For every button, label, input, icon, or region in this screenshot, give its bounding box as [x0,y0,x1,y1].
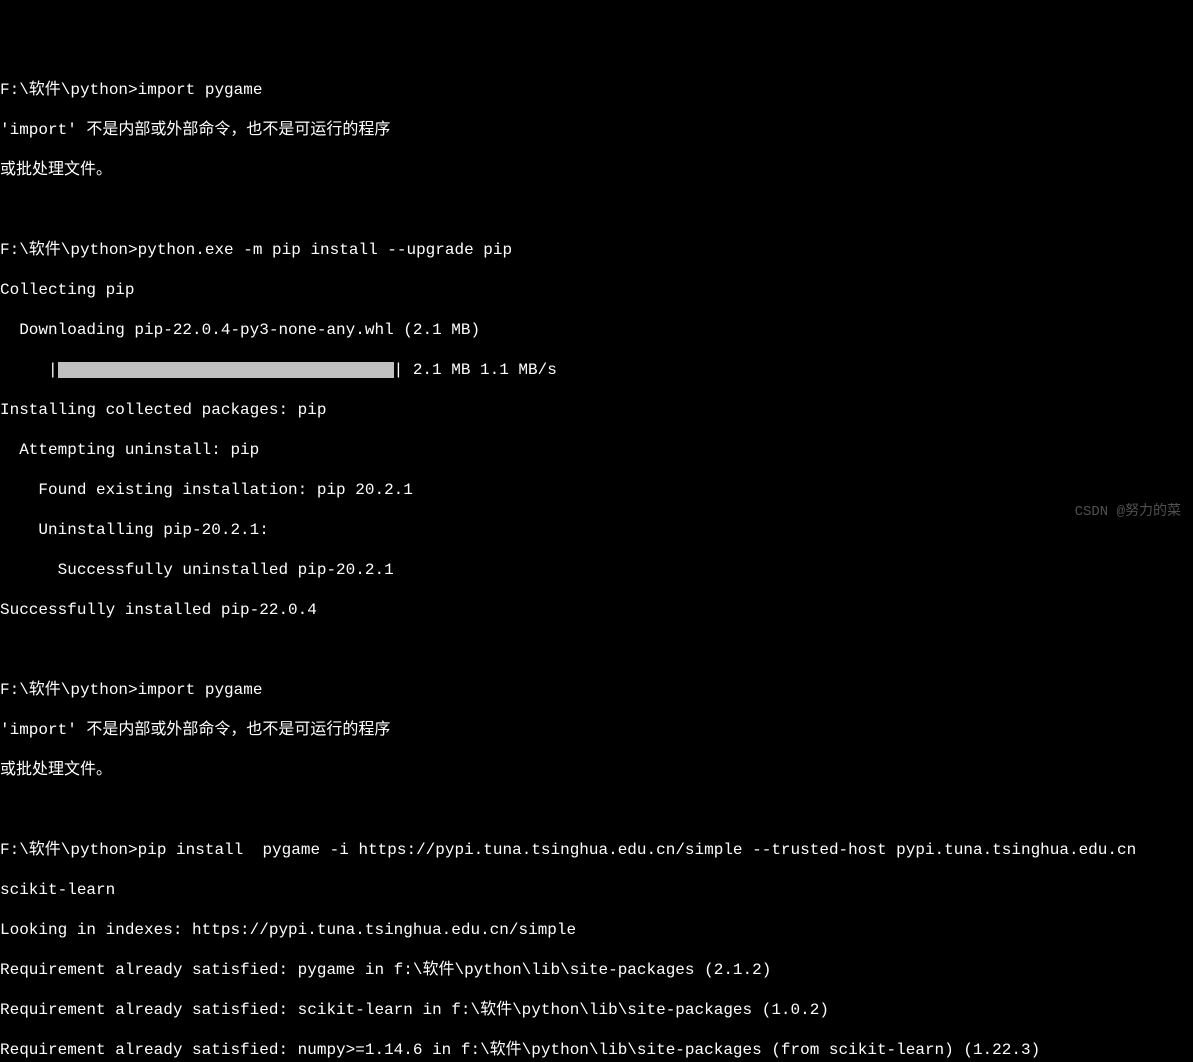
terminal-output: 'import' 不是内部或外部命令，也不是可运行的程序 [0,720,1193,740]
command-text: import pygame [138,81,263,99]
terminal-output: Requirement already satisfied: numpy>=1.… [0,1040,1193,1060]
terminal-line[interactable]: F:\软件\python>pip install pygame -i https… [0,840,1193,860]
terminal-output: Found existing installation: pip 20.2.1 [0,480,1193,500]
terminal-output: 'import' 不是内部或外部命令，也不是可运行的程序 [0,120,1193,140]
terminal-output: Downloading pip-22.0.4-py3-none-any.whl … [0,320,1193,340]
command-text: import pygame [138,681,263,699]
terminal-line[interactable]: F:\软件\python>import pygame [0,80,1193,100]
terminal-line[interactable]: F:\软件\python>import pygame [0,680,1193,700]
terminal-output: Requirement already satisfied: pygame in… [0,960,1193,980]
progress-suffix: | 2.1 MB 1.1 MB/s [394,361,557,379]
terminal-output: Looking in indexes: https://pypi.tuna.ts… [0,920,1193,940]
blank-line [0,640,1193,660]
progress-line: | | 2.1 MB 1.1 MB/s [0,360,1193,380]
command-text: pip install pygame -i https://pypi.tuna.… [138,841,1137,859]
blank-line [0,800,1193,820]
prompt: F:\软件\python> [0,841,138,859]
terminal-output: Collecting pip [0,280,1193,300]
prompt: F:\软件\python> [0,241,138,259]
progress-prefix: | [0,361,58,379]
terminal-output: Attempting uninstall: pip [0,440,1193,460]
terminal-output: Installing collected packages: pip [0,400,1193,420]
command-text: python.exe -m pip install --upgrade pip [138,241,512,259]
prompt: F:\软件\python> [0,681,138,699]
terminal-line[interactable]: F:\软件\python>python.exe -m pip install -… [0,240,1193,260]
terminal-output: 或批处理文件。 [0,160,1193,180]
prompt: F:\软件\python> [0,81,138,99]
progress-bar [58,362,394,378]
terminal-output: Successfully installed pip-22.0.4 [0,600,1193,620]
terminal-output: Successfully uninstalled pip-20.2.1 [0,560,1193,580]
terminal-output: Requirement already satisfied: scikit-le… [0,1000,1193,1020]
watermark: CSDN @努力的菜 [1075,504,1181,522]
terminal-output: scikit-learn [0,880,1193,900]
terminal-output: Uninstalling pip-20.2.1: [0,520,1193,540]
blank-line [0,200,1193,220]
terminal-output: 或批处理文件。 [0,760,1193,780]
